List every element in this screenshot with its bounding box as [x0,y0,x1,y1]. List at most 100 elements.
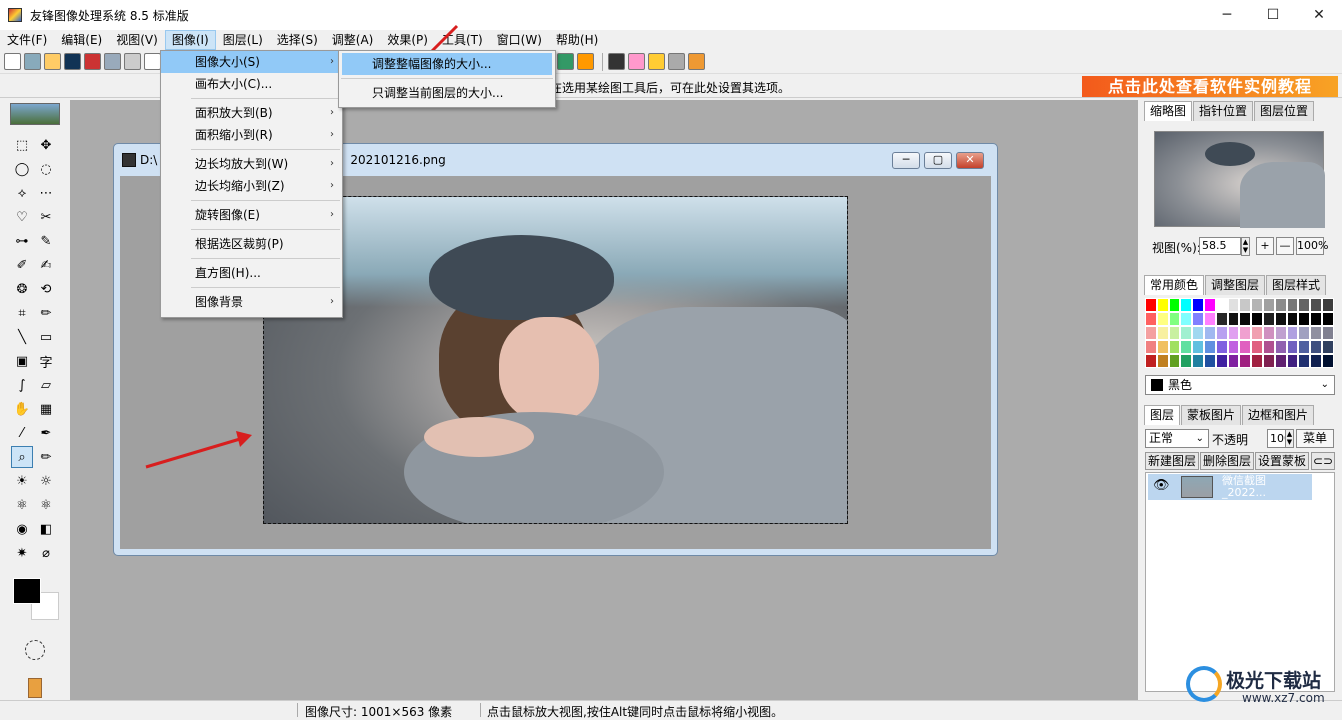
palette-swatch[interactable] [1168,354,1181,368]
minimize-button[interactable]: ─ [1204,0,1250,30]
toolbar-button-icon[interactable] [648,53,665,70]
image-menu-item-15[interactable]: 图像背景 › [161,291,342,313]
set-mask-button[interactable]: 设置蒙板 [1255,452,1309,470]
palette-swatch[interactable] [1156,312,1169,326]
sharpen-icon[interactable]: ⚛ [35,494,57,516]
submenu-item-2[interactable]: 只调整当前图层的大小... [342,82,552,104]
nav_tabs-tab-1[interactable]: 指针位置 [1193,101,1254,121]
navigator-thumb[interactable] [10,103,60,125]
rect-select-icon[interactable]: ⬚ [11,134,33,156]
palette-swatch[interactable] [1298,354,1311,368]
palette-swatch[interactable] [1298,340,1311,354]
close-button[interactable]: ✕ [1296,0,1342,30]
palette-swatch[interactable] [1274,312,1287,326]
palette-swatch[interactable] [1310,298,1322,312]
burn-icon[interactable]: ☼ [35,470,57,492]
palette-swatch[interactable] [1251,298,1263,312]
zoom-out-button[interactable]: — [1276,237,1294,255]
palette-swatch[interactable] [1298,298,1311,312]
marker-icon[interactable]: ✏ [35,446,57,468]
brush-icon[interactable]: ✐ [11,254,33,276]
tutorial-banner[interactable]: 点击此处查看软件实例教程 [1082,76,1338,97]
palette-swatch[interactable] [1192,354,1204,368]
palette-swatch[interactable] [1298,312,1311,326]
menu-1[interactable]: 编辑(E) [54,30,109,50]
palette-swatch[interactable] [1180,326,1193,340]
image-menu-item-1[interactable]: 画布大小(C)... [161,73,342,95]
move-icon[interactable]: ✥ [35,134,57,156]
palette-swatch[interactable] [1310,326,1322,340]
lasso-icon[interactable]: ⟡ [11,182,33,204]
eyedropper-icon[interactable]: ⁄ [11,422,33,444]
palette-swatch[interactable] [1215,326,1228,340]
selection-mode-icon[interactable] [25,640,45,660]
palette-swatch[interactable] [1262,298,1275,312]
zoom-icon[interactable]: ⌕ [11,446,33,468]
submenu-item-0[interactable]: 调整整幅图像的大小... [342,53,552,75]
palette-swatch[interactable] [1239,312,1252,326]
toolbar-button-icon[interactable] [668,53,685,70]
toolbar-button-icon[interactable] [64,53,81,70]
link-icon[interactable]: ⊂⊃ [1311,452,1335,470]
palette-swatch[interactable] [1251,354,1263,368]
hand-icon[interactable]: ✋ [11,398,33,420]
palette-swatch[interactable] [1180,298,1193,312]
measure-icon[interactable]: ⌀ [35,542,57,564]
freehand-select-icon[interactable]: ♡ [11,206,33,228]
palette-swatch[interactable] [1227,340,1240,354]
palette-swatch[interactable] [1321,298,1334,312]
maximize-button[interactable]: ☐ [1250,0,1296,30]
eye-icon[interactable]: 👁 [1153,478,1171,494]
palette-swatch[interactable] [1192,298,1204,312]
palette-swatch[interactable] [1168,298,1181,312]
palette-swatch[interactable] [1298,326,1311,340]
menu-6[interactable]: 调整(A) [325,30,381,50]
palette-swatch[interactable] [1145,298,1157,312]
toolbar-button-icon[interactable] [608,53,625,70]
palette-swatch[interactable] [1310,354,1322,368]
pen-path-icon[interactable]: ⊶ [11,230,33,252]
palette-swatch[interactable] [1145,312,1157,326]
line-icon[interactable]: ╲ [11,326,33,348]
layer_tabs-tab-2[interactable]: 边框和图片 [1242,405,1315,425]
palette-swatch[interactable] [1156,340,1169,354]
palette-swatch[interactable] [1156,354,1169,368]
new-layer-button[interactable]: 新建图层 [1145,452,1199,470]
palette-swatch[interactable] [1286,312,1299,326]
eraser-icon[interactable]: ▱ [35,374,57,396]
layer_tabs-tab-0[interactable]: 图层 [1144,405,1181,425]
nav_tabs-tab-0[interactable]: 缩略图 [1144,101,1193,121]
image-menu-item-3[interactable]: 面积放大到(B) › [161,102,342,124]
palette-swatch[interactable] [1215,340,1228,354]
palette-swatch[interactable] [1251,340,1263,354]
menu-4[interactable]: 图层(L) [216,30,270,50]
palette-swatch[interactable] [1156,326,1169,340]
pencil-icon[interactable]: ✏ [35,302,57,324]
menu-3[interactable]: 图像(I) [164,30,216,50]
toolbar-button-icon[interactable] [104,53,121,70]
menu-0[interactable]: 文件(F) [0,30,54,50]
palette-swatch[interactable] [1168,312,1181,326]
blur-icon[interactable]: ⚛ [11,494,33,516]
toolbar-button-icon[interactable] [688,53,705,70]
palette-swatch[interactable] [1203,326,1216,340]
palette-swatch[interactable] [1156,298,1169,312]
palette-swatch[interactable] [1215,354,1228,368]
image-menu-item-0[interactable]: 图像大小(S) › [161,51,342,73]
palette-swatch[interactable] [1215,298,1228,312]
palette-swatch[interactable] [1262,326,1275,340]
rectangle-icon[interactable]: ▭ [35,326,57,348]
palette-swatch[interactable] [1203,340,1216,354]
palette-swatch[interactable] [1321,326,1334,340]
delete-layer-button[interactable]: 删除图层 [1200,452,1254,470]
palette-swatch[interactable] [1274,340,1287,354]
navigator-thumbnail[interactable] [1154,131,1325,228]
palette-swatch[interactable] [1286,354,1299,368]
palette-swatch[interactable] [1145,326,1157,340]
gradient-icon[interactable]: ▦ [35,398,57,420]
menu-2[interactable]: 视图(V) [109,30,165,50]
palette-swatch[interactable] [1262,340,1275,354]
toolbar-button-icon[interactable] [124,53,141,70]
crop-icon[interactable]: ⌗ [11,302,33,324]
palette-swatch[interactable] [1239,354,1252,368]
